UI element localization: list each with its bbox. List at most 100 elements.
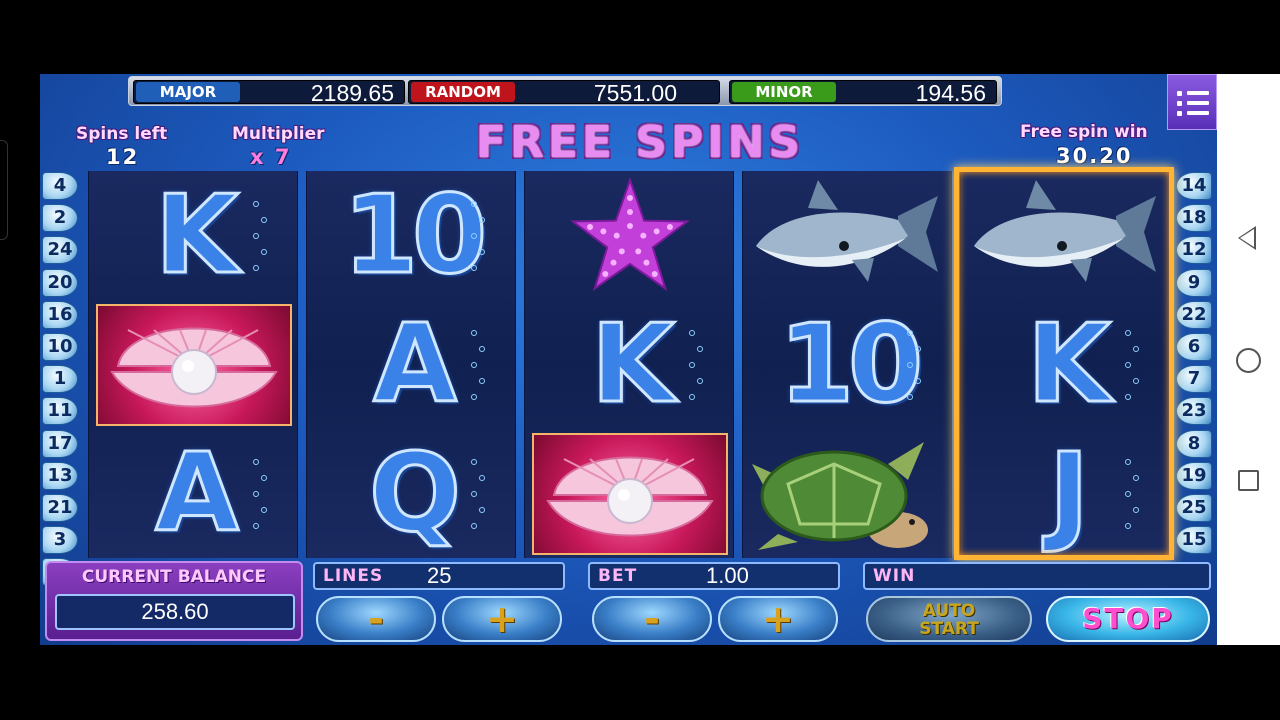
bubble-decoration bbox=[479, 249, 485, 255]
lines-plus-button[interactable]: + bbox=[442, 596, 562, 642]
payline-7[interactable]: 7 bbox=[1176, 365, 1212, 394]
payline-2[interactable]: 2 bbox=[42, 204, 78, 233]
lines-value: 25 bbox=[427, 563, 452, 588]
payline-12[interactable]: 12 bbox=[1176, 236, 1212, 265]
payline-4[interactable]: 4 bbox=[42, 172, 78, 200]
payline-18[interactable]: 18 bbox=[1176, 204, 1212, 233]
win-label: WIN bbox=[873, 566, 916, 586]
bet-field: BET 1.00 bbox=[588, 562, 840, 590]
clam-symbol bbox=[89, 300, 299, 429]
bubble-decoration bbox=[907, 330, 913, 336]
card-symbol-10: 10 bbox=[307, 171, 517, 300]
free-spin-win-label: Free spin win bbox=[1020, 122, 1148, 142]
free-spins-title: FREE SPINS bbox=[475, 117, 805, 168]
payline-10[interactable]: 10 bbox=[42, 332, 78, 361]
bubble-decoration bbox=[261, 507, 267, 513]
card-symbol-q: Q bbox=[307, 429, 517, 558]
payline-3[interactable]: 3 bbox=[42, 526, 78, 555]
bubble-decoration bbox=[689, 330, 695, 336]
auto-start-button[interactable]: AUTO START bbox=[866, 596, 1032, 642]
payline-13[interactable]: 13 bbox=[42, 461, 78, 490]
plus-label: + bbox=[762, 597, 794, 641]
bet-minus-button[interactable]: - bbox=[592, 596, 712, 642]
menu-button[interactable] bbox=[1167, 74, 1217, 130]
symbol-letter: 10 bbox=[777, 301, 924, 427]
payline-8[interactable]: 8 bbox=[1176, 429, 1212, 458]
shark-icon bbox=[756, 179, 938, 282]
balance-label: CURRENT BALANCE bbox=[81, 567, 267, 587]
spins-left-label: Spins left bbox=[76, 124, 168, 144]
payline-indicators-right: 14 18 12 9 22 6 7 23 8 19 25 15 bbox=[1176, 172, 1217, 558]
bubble-decoration bbox=[479, 475, 485, 481]
symbol-letter: K bbox=[590, 301, 677, 427]
payline-25[interactable]: 25 bbox=[1176, 493, 1212, 522]
recent-apps-icon[interactable] bbox=[1238, 470, 1259, 491]
payline-9[interactable]: 9 bbox=[1176, 268, 1212, 297]
bubble-decoration bbox=[479, 346, 485, 352]
jackpot-major-label: MAJOR bbox=[136, 82, 240, 102]
turtle-symbol bbox=[743, 429, 953, 558]
payline-16[interactable]: 16 bbox=[42, 300, 78, 329]
clam-icon bbox=[96, 303, 292, 426]
jackpot-minor-label: MINOR bbox=[732, 82, 836, 102]
bubble-decoration bbox=[253, 491, 259, 497]
bubble-decoration bbox=[915, 378, 921, 384]
clam-symbol bbox=[525, 429, 735, 558]
bubble-decoration bbox=[907, 394, 913, 400]
home-icon[interactable] bbox=[1236, 348, 1261, 373]
bubble-decoration bbox=[471, 362, 477, 368]
bubble-decoration bbox=[471, 265, 477, 271]
clam-icon bbox=[532, 432, 728, 555]
payline-23[interactable]: 23 bbox=[1176, 397, 1212, 426]
card-symbol-a: A bbox=[307, 300, 517, 429]
payline-19[interactable]: 19 bbox=[1176, 461, 1212, 490]
card-symbol-10: 10 bbox=[743, 300, 953, 429]
stop-label: STOP bbox=[1082, 602, 1174, 635]
payline-22[interactable]: 22 bbox=[1176, 300, 1212, 329]
turtle-icon bbox=[752, 441, 928, 550]
bubble-decoration bbox=[471, 201, 477, 207]
bubble-decoration bbox=[479, 378, 485, 384]
screen-edge bbox=[0, 140, 8, 240]
payline-1[interactable]: 1 bbox=[42, 365, 78, 394]
bubble-decoration bbox=[261, 475, 267, 481]
payline-17[interactable]: 17 bbox=[42, 429, 78, 458]
auto-start-line1: AUTO bbox=[922, 601, 976, 621]
payline-6[interactable]: 6 bbox=[1176, 332, 1212, 361]
bubble-decoration bbox=[261, 249, 267, 255]
jackpot-minor: MINOR 194.56 bbox=[729, 80, 997, 105]
payline-20[interactable]: 20 bbox=[42, 268, 78, 297]
starfish-symbol bbox=[525, 171, 735, 300]
payline-15[interactable]: 15 bbox=[1176, 526, 1212, 555]
bubble-decoration bbox=[253, 459, 259, 465]
lines-minus-button[interactable]: - bbox=[316, 596, 436, 642]
bubble-decoration bbox=[471, 491, 477, 497]
bubble-decoration bbox=[471, 330, 477, 336]
payline-14[interactable]: 14 bbox=[1176, 172, 1212, 200]
stop-button[interactable]: STOP bbox=[1046, 596, 1210, 642]
balance-panel: CURRENT BALANCE 258.60 bbox=[45, 561, 303, 641]
payline-indicators-left: 422420161011117132135 bbox=[42, 172, 84, 590]
jackpot-random-value: 7551.00 bbox=[593, 80, 677, 106]
bubble-decoration bbox=[471, 523, 477, 529]
payline-11[interactable]: 11 bbox=[42, 397, 78, 426]
bet-plus-button[interactable]: + bbox=[718, 596, 838, 642]
back-icon[interactable] bbox=[1238, 226, 1256, 250]
free-spin-win-value: 30.20 bbox=[1056, 144, 1133, 168]
symbol-letter: Q bbox=[368, 430, 463, 556]
bubble-decoration bbox=[253, 523, 259, 529]
payline-24[interactable]: 24 bbox=[42, 236, 78, 265]
payline-21[interactable]: 21 bbox=[42, 493, 78, 522]
jackpot-major: MAJOR 2189.65 bbox=[133, 80, 405, 105]
bubble-decoration bbox=[915, 346, 921, 352]
jackpot-random-label: RANDOM bbox=[411, 82, 515, 102]
lines-field: LINES 25 bbox=[313, 562, 565, 590]
symbol-letter: A bbox=[154, 430, 241, 556]
slot-game: MAJOR 2189.65 RANDOM 7551.00 MINOR 194.5… bbox=[40, 74, 1217, 645]
starfish-icon bbox=[569, 176, 691, 291]
jackpot-bar: MAJOR 2189.65 RANDOM 7551.00 MINOR 194.5… bbox=[128, 76, 1002, 106]
bubble-decoration bbox=[479, 507, 485, 513]
bet-label: BET bbox=[598, 566, 638, 586]
shark-symbol bbox=[743, 171, 953, 300]
minus-label: - bbox=[368, 597, 384, 641]
